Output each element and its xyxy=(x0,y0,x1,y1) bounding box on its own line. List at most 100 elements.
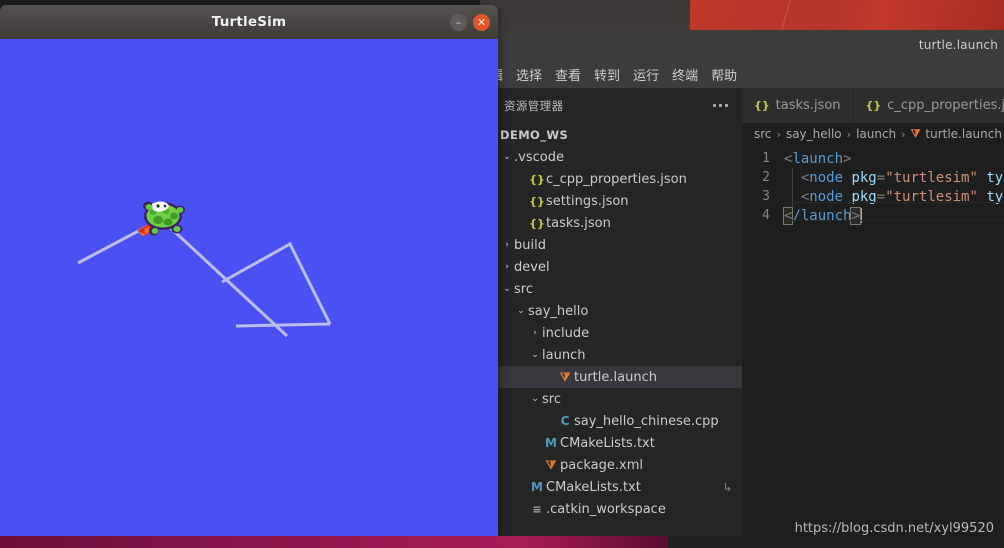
menu-item-run[interactable]: 运行 xyxy=(633,65,659,84)
chevron-down-icon[interactable]: ⌄ xyxy=(500,152,514,162)
breadcrumb-file[interactable]: turtle.launch xyxy=(925,127,1002,141)
code-token: > xyxy=(850,206,861,225)
tree-item-say-hello-chinese-cpp[interactable]: Csay_hello_chinese.cpp xyxy=(492,410,742,432)
xml-file-icon: ⧩ xyxy=(910,127,921,140)
chevron-down-icon[interactable]: ⌄ xyxy=(528,350,542,360)
turtlesim-titlebar[interactable]: TurtleSim – ✕ xyxy=(0,5,498,39)
editor-tab-label: c_cpp_properties.json xyxy=(887,98,1004,113)
json-file-icon: {} xyxy=(529,172,545,186)
turtlesim-canvas[interactable] xyxy=(0,39,498,536)
blog-watermark: https://blog.csdn.net/xyl99520 xyxy=(794,521,994,536)
code-token: < xyxy=(784,169,810,186)
code-token: pkg xyxy=(851,188,877,205)
chevron-right-icon[interactable]: › xyxy=(500,240,514,250)
code-token: > xyxy=(843,150,852,167)
tree-item-label: turtle.launch xyxy=(574,369,657,385)
window-controls: – ✕ xyxy=(450,5,490,39)
more-actions-icon[interactable] xyxy=(709,100,732,111)
breadcrumb-segment-src[interactable]: src xyxy=(754,127,772,141)
tree-item-src[interactable]: ⌄ src xyxy=(492,278,742,300)
vscode-body: 资源管理器 DEMO_WS ⌄ .vscode{} c_cpp_properties.… xyxy=(480,88,1004,548)
tree-item-say-hello[interactable]: ⌄ say_hello xyxy=(492,300,742,322)
tree-item-launch[interactable]: ⌄ launch xyxy=(492,344,742,366)
breadcrumb-segment-launch[interactable]: launch xyxy=(856,127,896,141)
breadcrumb-separator-icon: › xyxy=(776,127,781,141)
tree-item-build[interactable]: › build xyxy=(492,234,742,256)
breadcrumb: src › say_hello › launch › ⧩ turtle.laun… xyxy=(742,123,1004,145)
tree-item-cmakelists-txt[interactable]: M CMakeLists.txt ↳ xyxy=(492,476,742,498)
tree-item-label: src xyxy=(514,281,533,297)
menu-item-selection[interactable]: 选择 xyxy=(516,65,542,84)
tree-item-turtle-launch[interactable]: ⧩ turtle.launch xyxy=(492,366,742,388)
breadcrumb-segment-say-hello[interactable]: say_hello xyxy=(786,127,842,141)
code-token: node xyxy=(809,188,852,205)
chevron-right-icon[interactable]: › xyxy=(500,262,514,272)
code-editor[interactable]: 1<launch>2 <node pkg="turtlesim" type="3… xyxy=(742,145,1004,548)
code-token: = xyxy=(876,188,886,205)
minimize-icon[interactable]: – xyxy=(450,13,467,31)
tree-item-package-xml[interactable]: ⧩ package.xml xyxy=(492,454,742,476)
cpp-file-icon: C xyxy=(560,414,570,428)
menu-item-view[interactable]: 查看 xyxy=(555,65,581,84)
tree-item-src[interactable]: ⌄ src xyxy=(492,388,742,410)
tree-item-label: say_hello xyxy=(528,303,589,319)
vscode-window-title: turtle.launch xyxy=(918,38,998,52)
editor-tab-tasks-json[interactable]: {} tasks.json xyxy=(742,88,854,123)
txt-file-icon: M xyxy=(545,436,557,450)
tree-item-label: DEMO_WS xyxy=(500,128,569,142)
menu-item-go[interactable]: 转到 xyxy=(594,65,620,84)
file-tree: DEMO_WS ⌄ .vscode{} c_cpp_properties.json{}… xyxy=(492,123,742,548)
line-number: 3 xyxy=(762,189,770,204)
desktop-bottom-filler xyxy=(668,536,1004,548)
pen-path-3 xyxy=(235,322,331,328)
indent-guide xyxy=(792,168,793,206)
tree-item-include[interactable]: › include xyxy=(492,322,742,344)
breadcrumb-separator-icon: › xyxy=(846,127,852,141)
editor-tab-label: tasks.json xyxy=(775,98,841,113)
code-token: "turtlesim" xyxy=(885,188,978,205)
tree-item-c-cpp-properties-json[interactable]: {} c_cpp_properties.json xyxy=(492,168,742,190)
code-token: pkg xyxy=(851,169,877,186)
chevron-right-icon[interactable]: › xyxy=(528,328,542,338)
txt-file-icon: M xyxy=(531,480,543,494)
json-file-icon: {} xyxy=(529,216,545,230)
code-token: type xyxy=(986,169,1004,186)
desktop-wallpaper-red xyxy=(690,0,1004,30)
tree-item-label: CMakeLists.txt xyxy=(560,435,655,451)
line-number: 1 xyxy=(762,151,770,166)
chevron-down-icon[interactable]: ⌄ xyxy=(514,306,528,316)
vscode-menubar: 辑 选择 查看 转到 运行 终端 帮助 xyxy=(480,60,1004,88)
code-token: /launch xyxy=(792,207,852,224)
tree-item-vscode[interactable]: ⌄ .vscode xyxy=(492,146,742,168)
code-text: <node pkg="turtlesim" type=" xyxy=(784,189,1004,205)
code-text: <launch> xyxy=(784,151,851,167)
code-line: 2 <node pkg="turtlesim" type=" xyxy=(742,168,1004,187)
chevron-down-icon[interactable]: ⌄ xyxy=(528,394,542,404)
tree-item-cmakelists-txt[interactable]: M CMakeLists.txt xyxy=(492,432,742,454)
editor-tab-c_cpp_properties-json[interactable]: {} c_cpp_properties.json xyxy=(853,88,1004,123)
tree-item-demo-ws[interactable]: DEMO_WS xyxy=(492,124,742,146)
code-token: < xyxy=(784,188,810,205)
code-line: 3 <node pkg="turtlesim" type=" xyxy=(742,187,1004,206)
chevron-down-icon[interactable]: ⌄ xyxy=(500,284,514,294)
close-icon[interactable]: ✕ xyxy=(473,13,490,31)
menu-item-help[interactable]: 帮助 xyxy=(711,65,737,84)
menu-item-terminal[interactable]: 终端 xyxy=(672,65,698,84)
line-number: 2 xyxy=(762,170,770,185)
tree-item-label: c_cpp_properties.json xyxy=(546,171,687,187)
json-file-icon: {} xyxy=(754,99,770,112)
tree-item-catkin-workspace[interactable]: ≡ .catkin_workspace xyxy=(492,498,742,520)
xml-file-icon: ⧩ xyxy=(559,369,571,384)
turtlesim-window: TurtleSim – ✕ xyxy=(0,5,498,536)
tree-item-settings-json[interactable]: {} settings.json xyxy=(492,190,742,212)
code-line: 4 </launch> xyxy=(742,206,1004,225)
turtle-sprite xyxy=(136,196,186,242)
tree-item-tasks-json[interactable]: {} tasks.json xyxy=(492,212,742,234)
explorer-title: 资源管理器 xyxy=(504,98,564,113)
code-token: launch xyxy=(792,150,844,167)
tree-item-label: .vscode xyxy=(514,149,564,165)
tree-item-label: CMakeLists.txt xyxy=(546,479,641,495)
xml-file-icon: ⧩ xyxy=(545,457,557,472)
tree-item-devel[interactable]: › devel xyxy=(492,256,742,278)
line-number: 4 xyxy=(762,208,770,223)
